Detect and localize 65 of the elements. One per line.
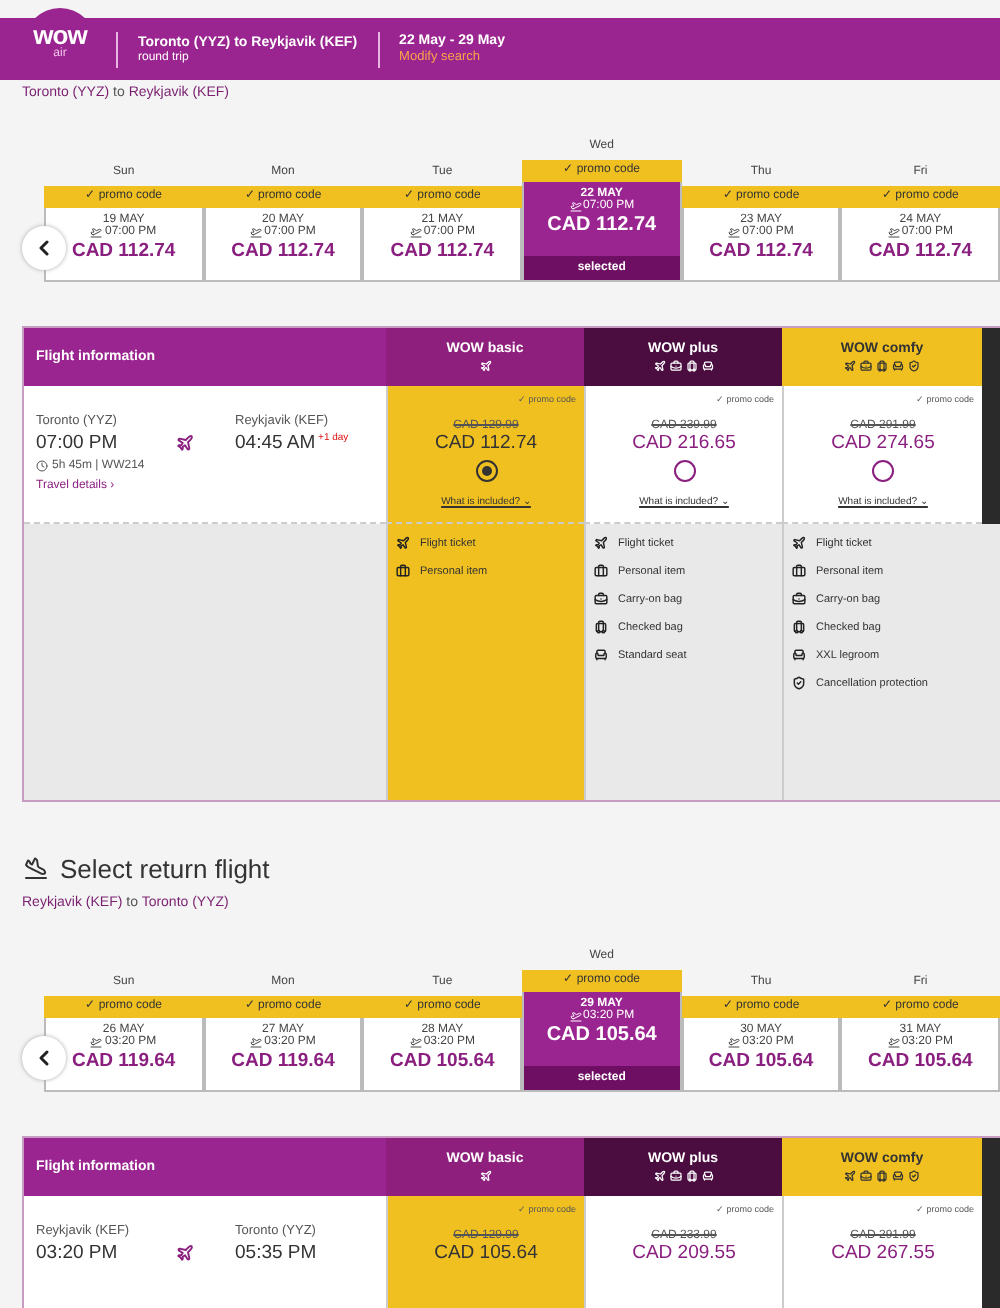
plane-icon xyxy=(479,1170,491,1182)
plane-icon xyxy=(479,360,491,372)
shield-icon xyxy=(908,360,920,372)
plane-takeoff-icon xyxy=(409,226,422,238)
bag-icon xyxy=(860,360,872,372)
plane-takeoff-icon xyxy=(728,226,741,238)
seat-icon xyxy=(892,1170,904,1182)
fare-price: CAD 216.65 xyxy=(632,432,736,454)
suitcase-icon xyxy=(594,620,608,634)
shield-icon xyxy=(792,676,806,690)
previous-button[interactable] xyxy=(22,226,66,270)
plane-icon xyxy=(175,1244,193,1262)
plane-takeoff-icon xyxy=(887,1036,900,1048)
briefcase-icon xyxy=(594,564,608,578)
suitcase-icon xyxy=(685,360,697,372)
seat-icon xyxy=(701,1170,713,1182)
suitcase-icon xyxy=(876,1170,888,1182)
plane-takeoff-icon xyxy=(887,226,900,238)
fare-price: CAD 112.74 xyxy=(434,432,538,454)
plane-takeoff-icon xyxy=(250,1036,263,1048)
clock-icon xyxy=(36,460,48,472)
fare-price: CAD 105.64 xyxy=(434,1242,538,1264)
seat-icon xyxy=(594,648,608,662)
plane-takeoff-icon xyxy=(569,1010,581,1022)
shield-icon xyxy=(908,1170,920,1182)
arrival-time: 04:45 AM$^{+1 day}$ xyxy=(235,432,351,455)
departure-time: 07:00 PM xyxy=(36,432,120,454)
suitcase-icon xyxy=(876,360,888,372)
briefcase-icon xyxy=(396,564,410,578)
bag-icon xyxy=(792,592,806,606)
radio-button[interactable] xyxy=(475,460,497,482)
fare-price: CAD 209.55 xyxy=(632,1242,736,1264)
radio-button[interactable] xyxy=(673,460,695,482)
plane-icon xyxy=(396,536,410,550)
bag-icon xyxy=(669,1170,681,1182)
fare-price: CAD 274.65 xyxy=(831,432,935,454)
plane-icon xyxy=(792,536,806,550)
seat-icon xyxy=(701,360,713,372)
seat-icon xyxy=(792,648,806,662)
plane-landing-icon xyxy=(24,856,48,880)
plane-icon xyxy=(653,1170,665,1182)
plane-icon xyxy=(844,360,856,372)
bag-icon xyxy=(669,360,681,372)
radio-button[interactable] xyxy=(872,460,894,482)
plane-icon xyxy=(844,1170,856,1182)
plane-takeoff-icon xyxy=(90,1036,103,1048)
plane-takeoff-icon xyxy=(728,1036,741,1048)
arrival-time: 05:35 PM xyxy=(235,1242,319,1264)
bag-icon xyxy=(860,1170,872,1182)
plane-icon xyxy=(594,536,608,550)
seat-icon xyxy=(892,360,904,372)
plane-icon xyxy=(175,434,193,452)
fare-price: CAD 267.55 xyxy=(831,1242,935,1264)
section-heading: Select return flight xyxy=(60,853,270,883)
plane-icon xyxy=(653,360,665,372)
suitcase-icon xyxy=(792,620,806,634)
plane-takeoff-icon xyxy=(409,1036,422,1048)
plane-takeoff-icon xyxy=(90,226,103,238)
plane-takeoff-icon xyxy=(569,200,581,212)
suitcase-icon xyxy=(685,1170,697,1182)
plane-takeoff-icon xyxy=(250,226,263,238)
bag-icon xyxy=(594,592,608,606)
departure-time: 03:20 PM xyxy=(36,1242,120,1264)
previous-button[interactable] xyxy=(22,1036,66,1080)
briefcase-icon xyxy=(792,564,806,578)
